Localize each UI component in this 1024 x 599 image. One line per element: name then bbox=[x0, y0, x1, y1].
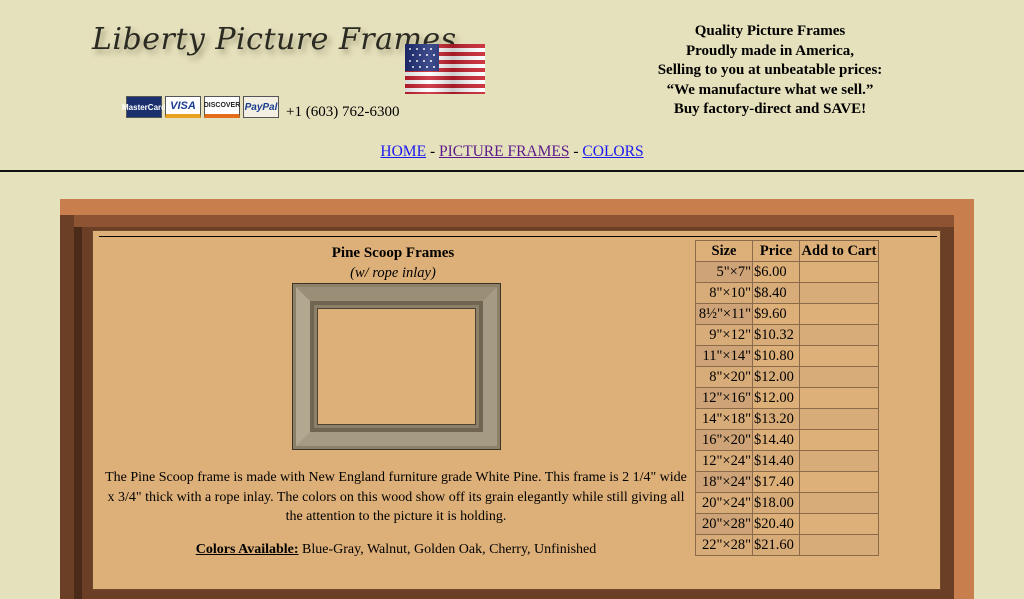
add-to-cart-cell[interactable] bbox=[799, 450, 879, 472]
add-to-cart-cell[interactable] bbox=[799, 282, 879, 304]
add-to-cart-cell[interactable] bbox=[799, 261, 879, 283]
table-row: 20"×24" $18.00 bbox=[695, 492, 879, 514]
size-cell: 8"×20" bbox=[695, 366, 753, 388]
price-cell: $10.80 bbox=[752, 345, 800, 367]
american-flag-icon bbox=[405, 44, 485, 94]
size-cell: 14"×18" bbox=[695, 408, 753, 430]
size-cell: 18"×24" bbox=[695, 471, 753, 493]
price-cell: $12.00 bbox=[752, 387, 800, 409]
visa-icon: VISA bbox=[165, 96, 201, 118]
nav-separator: - bbox=[573, 143, 579, 160]
product-image bbox=[292, 283, 501, 450]
table-row: 16"×20" $14.40 bbox=[695, 429, 879, 451]
price-cell: $18.00 bbox=[752, 492, 800, 514]
price-header: Price bbox=[752, 240, 800, 262]
price-cell: $17.40 bbox=[752, 471, 800, 493]
table-row: 11"×14" $10.80 bbox=[695, 345, 879, 367]
nav-link-picture-frames[interactable]: PICTURE FRAMES bbox=[439, 143, 570, 160]
frame-inner-top bbox=[74, 215, 954, 227]
frame-right-bevel bbox=[954, 199, 974, 599]
price-cell: $21.60 bbox=[752, 534, 800, 556]
price-cell: $14.40 bbox=[752, 450, 800, 472]
price-cell: $14.40 bbox=[752, 429, 800, 451]
mastercard-icon: MasterCard bbox=[122, 96, 166, 118]
add-to-cart-cell[interactable] bbox=[799, 303, 879, 325]
tagline: Quality Picture Frames Proudly made in A… bbox=[640, 22, 900, 120]
price-cell: $8.40 bbox=[752, 282, 800, 304]
add-to-cart-cell[interactable] bbox=[799, 345, 879, 367]
add-to-cart-header: Add to Cart bbox=[799, 240, 879, 262]
phone-number: +1 (603) 762-6300 bbox=[286, 104, 400, 120]
nav-link-colors[interactable]: COLORS bbox=[582, 143, 643, 160]
size-cell: 8"×10" bbox=[695, 282, 753, 304]
size-cell: 12"×24" bbox=[695, 450, 753, 472]
table-row: 18"×24" $17.40 bbox=[695, 471, 879, 493]
product-title: Pine Scoop Frames bbox=[331, 245, 455, 261]
table-row: 5"×7" $6.00 bbox=[695, 261, 879, 283]
add-to-cart-cell[interactable] bbox=[799, 429, 879, 451]
price-cell: $9.60 bbox=[752, 303, 800, 325]
add-to-cart-cell[interactable] bbox=[799, 387, 879, 409]
size-cell: 9"×12" bbox=[695, 324, 753, 346]
payment-methods: MasterCard VISA DISCOVER PayPal bbox=[122, 96, 279, 118]
price-cell: $10.32 bbox=[752, 324, 800, 346]
size-cell: 16"×20" bbox=[695, 429, 753, 451]
tagline-line: Selling to you at unbeatable prices: bbox=[657, 62, 883, 78]
add-to-cart-cell[interactable] bbox=[799, 408, 879, 430]
table-row: 14"×18" $13.20 bbox=[695, 408, 879, 430]
tagline-line: “We manufacture what we sell.” bbox=[666, 81, 874, 98]
add-to-cart-cell[interactable] bbox=[799, 366, 879, 388]
size-cell: 5"×7" bbox=[695, 261, 753, 283]
nav-separator: - bbox=[429, 143, 436, 160]
size-cell: 22"×28" bbox=[695, 534, 753, 556]
table-row: 12"×24" $14.40 bbox=[695, 450, 879, 472]
frame-inner-left bbox=[74, 215, 82, 599]
product-subtitle: (w/ rope inlay) bbox=[350, 265, 436, 281]
colors-available: Colors Available: Blue-Gray, Walnut, Gol… bbox=[93, 542, 699, 558]
size-header: Size bbox=[695, 240, 753, 262]
tagline-line: Proudly made in America, bbox=[685, 42, 855, 59]
colors-list: Blue-Gray, Walnut, Golden Oak, Cherry, U… bbox=[302, 542, 597, 557]
price-cell: $13.20 bbox=[752, 408, 800, 430]
add-to-cart-cell[interactable] bbox=[799, 492, 879, 514]
paypal-icon: PayPal bbox=[243, 96, 279, 118]
price-cell: $6.00 bbox=[752, 261, 800, 283]
tagline-line: Buy factory-direct and SAVE! bbox=[673, 101, 867, 117]
price-cell: $20.40 bbox=[752, 513, 800, 535]
colors-label: Colors Available: bbox=[195, 542, 299, 557]
price-table: Size Price Add to Cart 5"×7" $6.00 8"×10"… bbox=[695, 240, 879, 556]
product-panel: Pine Scoop Frames (w/ rope inlay) The Pi… bbox=[92, 230, 941, 590]
frame-top-bevel bbox=[60, 199, 974, 215]
table-row: 8"×20" $12.00 bbox=[695, 366, 879, 388]
size-cell: 11"×14" bbox=[695, 345, 753, 367]
table-row: 8"×10" $8.40 bbox=[695, 282, 879, 304]
add-to-cart-cell[interactable] bbox=[799, 324, 879, 346]
header-divider bbox=[0, 170, 1024, 172]
size-cell: 20"×28" bbox=[695, 513, 753, 535]
table-row: 12"×16" $12.00 bbox=[695, 387, 879, 409]
add-to-cart-cell[interactable] bbox=[799, 513, 879, 535]
add-to-cart-cell[interactable] bbox=[799, 534, 879, 556]
table-row: 22"×28" $21.60 bbox=[695, 534, 879, 556]
frame-opening bbox=[317, 308, 476, 425]
price-table-header: Size Price Add to Cart bbox=[695, 240, 879, 262]
size-cell: 12"×16" bbox=[695, 387, 753, 409]
table-row: 8½"×11" $9.60 bbox=[695, 303, 879, 325]
tagline-line: Quality Picture Frames bbox=[694, 23, 846, 39]
product-description: The Pine Scoop frame is made with New En… bbox=[105, 470, 687, 524]
table-row: 20"×28" $20.40 bbox=[695, 513, 879, 535]
add-to-cart-cell[interactable] bbox=[799, 471, 879, 493]
price-cell: $12.00 bbox=[752, 366, 800, 388]
panel-rule bbox=[99, 236, 937, 237]
site-header: Liberty Picture Frames MasterCard VISA D… bbox=[0, 0, 1024, 171]
main-nav: HOME - PICTURE FRAMES - COLORS bbox=[0, 143, 1024, 161]
table-row: 9"×12" $10.32 bbox=[695, 324, 879, 346]
nav-link-home[interactable]: HOME bbox=[380, 143, 426, 160]
size-cell: 20"×24" bbox=[695, 492, 753, 514]
site-logo[interactable]: Liberty Picture Frames bbox=[92, 22, 457, 57]
size-cell: 8½"×11" bbox=[695, 303, 753, 325]
discover-icon: DISCOVER bbox=[204, 96, 240, 118]
